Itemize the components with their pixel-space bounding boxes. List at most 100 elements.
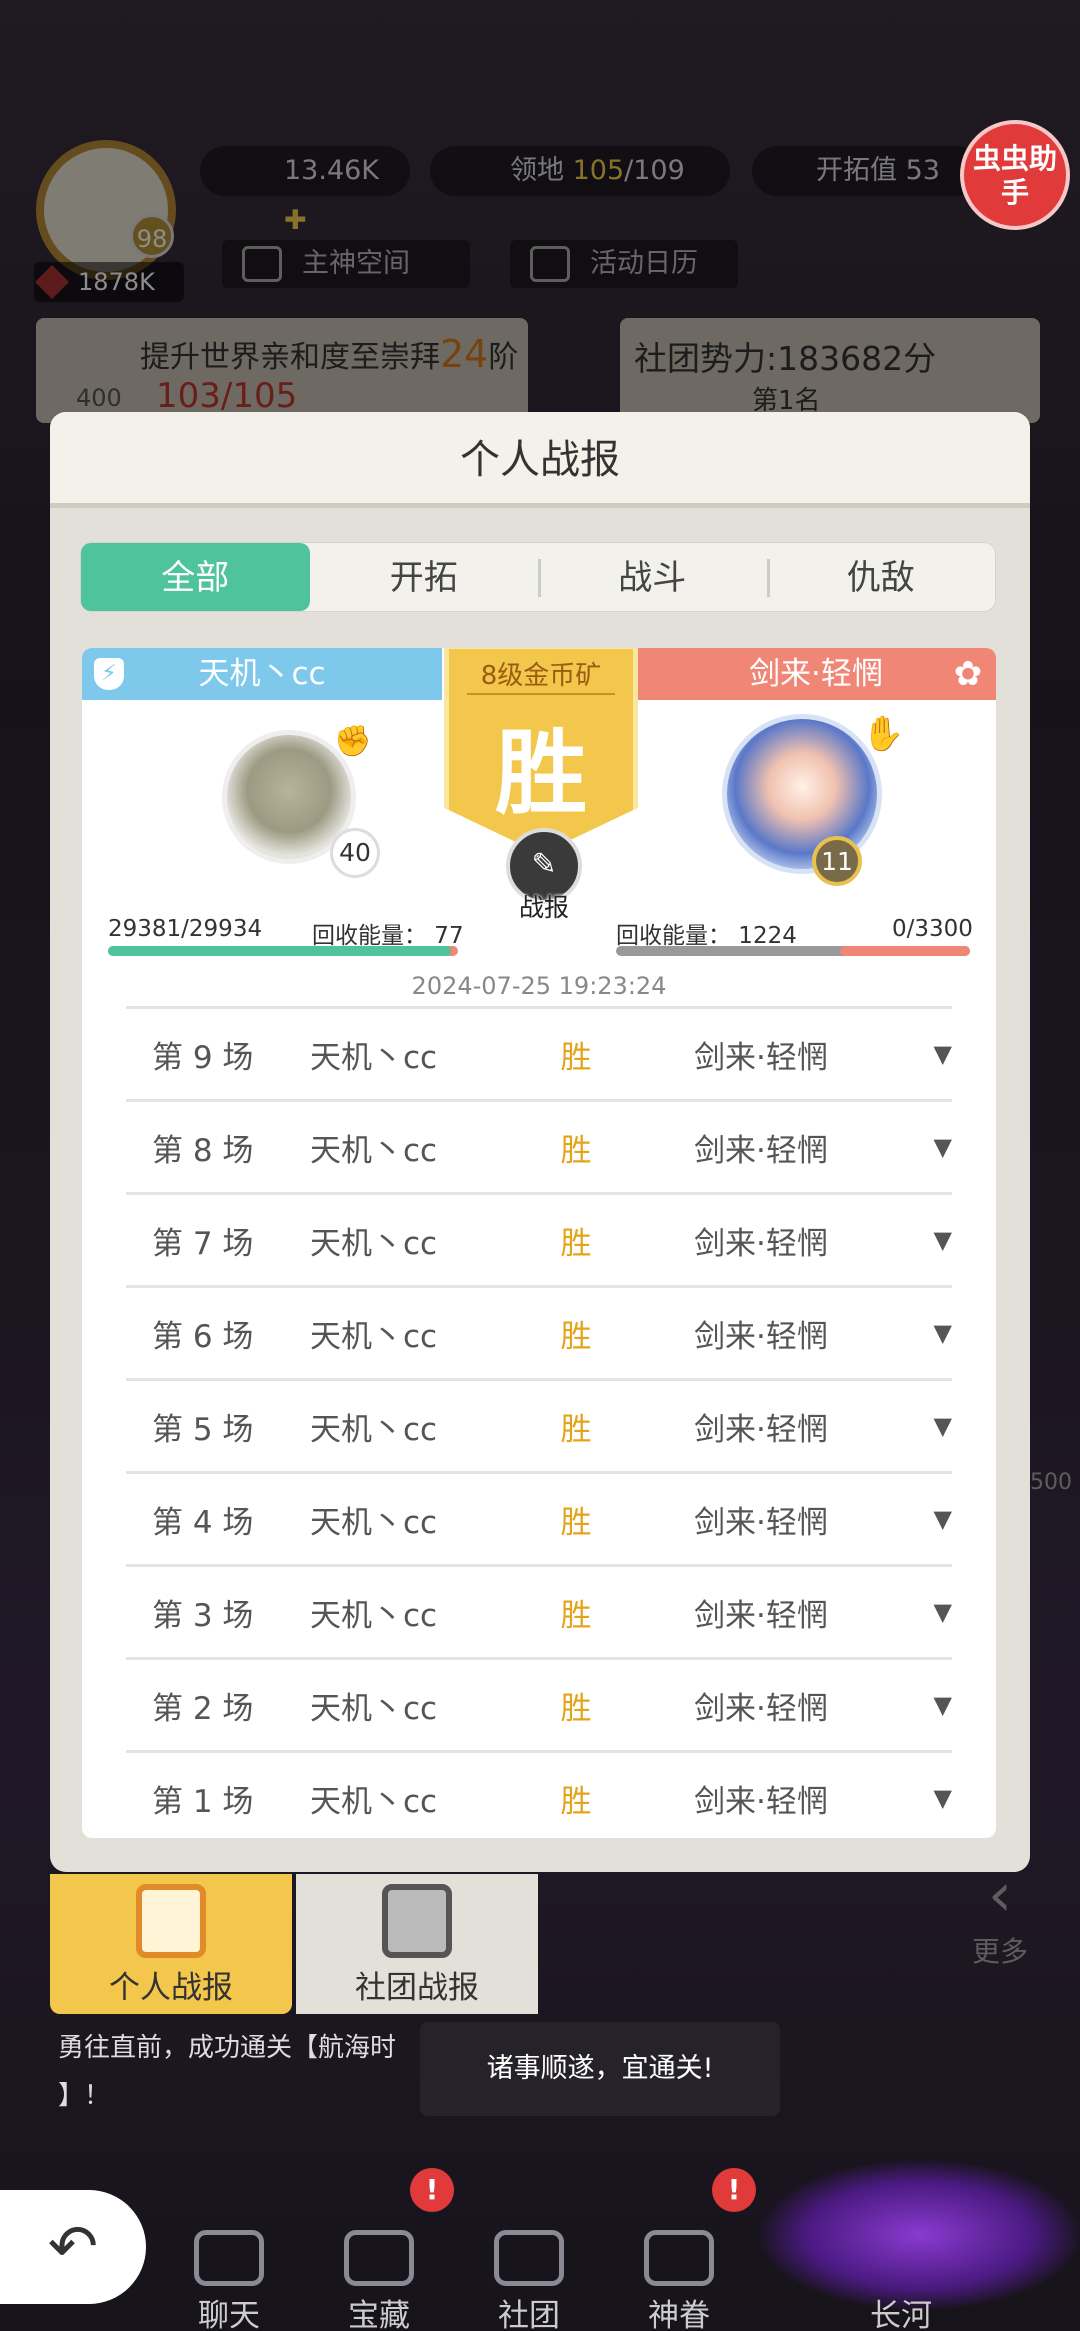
- chest-icon: [344, 2230, 414, 2286]
- defender-level: 11: [812, 836, 862, 886]
- helper-button[interactable]: 虫虫助手: [960, 120, 1070, 230]
- round-row[interactable]: 第 2 场 天机丶cc 胜 剑来·轻惘 ▼: [126, 1657, 952, 1750]
- battle-detail: ⚡ 天机丶cc 剑来·轻惘 ✿ 40 ✊ 11 ✋ 8级金币矿 胜 ✎ 战报 293…: [82, 648, 996, 1838]
- treasure-badge: !: [410, 2168, 454, 2212]
- nav-river[interactable]: 长河: [846, 2230, 956, 2331]
- tab-explore[interactable]: 开拓: [310, 543, 539, 611]
- attacker-name: 天机丶cc: [310, 1690, 438, 1727]
- round-result: 胜: [560, 1783, 592, 1820]
- round-result: 胜: [560, 1411, 592, 1448]
- round-result: 胜: [560, 1504, 592, 1541]
- expand-arrow-icon[interactable]: ▼: [876, 1319, 952, 1347]
- character-icon: [866, 2230, 936, 2286]
- round-label: 第 8 场: [152, 1132, 254, 1169]
- attacker-name: 天机丶cc: [310, 1039, 438, 1076]
- clipboard-pen-icon: ✎: [531, 847, 557, 882]
- round-row[interactable]: 第 3 场 天机丶cc 胜 剑来·轻惘 ▼: [126, 1564, 952, 1657]
- attacker-hp: 29381/29934: [108, 916, 263, 942]
- round-row[interactable]: 第 5 场 天机丶cc 胜 剑来·轻惘 ▼: [126, 1378, 952, 1471]
- personal-report-tab[interactable]: 个人战报: [50, 1874, 292, 2014]
- round-label: 第 9 场: [152, 1039, 254, 1076]
- round-row[interactable]: 第 9 场 天机丶cc 胜 剑来·轻惘 ▼: [126, 1006, 952, 1099]
- round-label: 第 6 场: [152, 1318, 254, 1355]
- round-row[interactable]: 第 4 场 天机丶cc 胜 剑来·轻惘 ▼: [126, 1471, 952, 1564]
- attacker-name: 天机丶cc: [198, 656, 326, 692]
- guild-report-tab[interactable]: 社团战报: [296, 1874, 538, 2014]
- expand-arrow-icon[interactable]: ▼: [876, 1784, 952, 1812]
- result-banner: 8级金币矿 胜: [444, 648, 638, 854]
- defender-name: 剑来·轻惘: [694, 1039, 828, 1076]
- shield-icon: ⚡: [94, 658, 124, 690]
- round-result: 胜: [560, 1597, 592, 1634]
- defender-name: 剑来·轻惘: [694, 1318, 828, 1355]
- tab-enemy[interactable]: 仇敌: [766, 543, 996, 611]
- round-label: 第 5 场: [152, 1411, 254, 1448]
- defender-recycle: 回收能量： 1224: [616, 923, 797, 949]
- tab-all[interactable]: 全部: [81, 543, 310, 611]
- round-result: 胜: [560, 1690, 592, 1727]
- back-button[interactable]: ↶: [0, 2190, 146, 2304]
- mine-label: 8级金币矿: [480, 661, 602, 691]
- defender-name: 剑来·轻惘: [694, 1132, 828, 1169]
- hand-icon: ✋: [862, 714, 905, 754]
- round-label: 第 1 场: [152, 1783, 254, 1820]
- chat-line-2: 】！: [58, 2081, 111, 2111]
- defender-energy-fill: [840, 946, 970, 956]
- fist-icon: ✊: [334, 724, 372, 759]
- defender-name: 剑来·轻惘: [694, 1690, 828, 1727]
- round-row[interactable]: 第 1 场 天机丶cc 胜 剑来·轻惘 ▼: [126, 1750, 952, 1838]
- expand-arrow-icon[interactable]: ▼: [876, 1040, 952, 1068]
- round-label: 第 3 场: [152, 1597, 254, 1634]
- expand-arrow-icon[interactable]: ▼: [876, 1133, 952, 1161]
- guild-report-label: 社团战报: [355, 1970, 479, 2006]
- nav-chat-label: 聊天: [198, 2298, 260, 2331]
- defender-hp-bar: [616, 946, 970, 956]
- defender-hp: 0/3300: [892, 916, 973, 942]
- nav-treasure-label: 宝藏: [348, 2298, 410, 2331]
- star-icon: [644, 2230, 714, 2286]
- tab-battle[interactable]: 战斗: [538, 543, 767, 611]
- round-row[interactable]: 第 7 场 天机丶cc 胜 剑来·轻惘 ▼: [126, 1192, 952, 1285]
- round-list: 第 9 场天机丶cc 胜剑来·轻惘 ▼ 第 8 场天机丶cc 胜剑来·轻惘 ▼ 第 7 场天…: [126, 1006, 952, 1838]
- attacker-name: 天机丶cc: [310, 1318, 438, 1355]
- expand-arrow-icon[interactable]: ▼: [876, 1598, 952, 1626]
- nav-club[interactable]: 社团: [474, 2230, 584, 2331]
- chat-line-1: 勇往直前，成功通关【航海时: [58, 2033, 397, 2063]
- battle-report-panel: 个人战报 全部 开拓 战斗 仇敌 ⚡ 天机丶cc 剑来·轻惘 ✿ 40 ✊ 11 ✋…: [50, 412, 1030, 1872]
- defender-name: 剑来·轻惘: [694, 1411, 828, 1448]
- scroll-icon: [382, 1884, 452, 1958]
- nav-chat[interactable]: 聊天: [174, 2230, 284, 2331]
- favor-badge: !: [712, 2168, 756, 2212]
- round-result: 胜: [560, 1039, 592, 1076]
- expand-arrow-icon[interactable]: ▼: [876, 1505, 952, 1533]
- nav-favor-label: 神眷: [648, 2298, 710, 2331]
- round-result: 胜: [560, 1132, 592, 1169]
- nav-treasure[interactable]: 宝藏: [324, 2230, 434, 2331]
- round-label: 第 2 场: [152, 1690, 254, 1727]
- chat-icon: [194, 2230, 264, 2286]
- expand-arrow-icon[interactable]: ▼: [876, 1691, 952, 1719]
- expand-arrow-icon[interactable]: ▼: [876, 1412, 952, 1440]
- nav-river-label: 长河: [870, 2298, 932, 2331]
- attacker-hp-fill: [108, 946, 451, 956]
- attacker-name: 天机丶cc: [310, 1597, 438, 1634]
- round-row[interactable]: 第 8 场 天机丶cc 胜 剑来·轻惘 ▼: [126, 1099, 952, 1192]
- attacker-recycle: 回收能量： 77: [312, 923, 464, 949]
- attacker-name: 天机丶cc: [310, 1411, 438, 1448]
- nav-favor[interactable]: 神眷: [624, 2230, 734, 2331]
- back-arrow-icon: ↶: [47, 2212, 99, 2282]
- attacker-name: 天机丶cc: [310, 1783, 438, 1820]
- defender-header: 剑来·轻惘 ✿: [636, 648, 996, 700]
- clipboard-icon: [136, 1884, 206, 1958]
- round-result: 胜: [560, 1225, 592, 1262]
- expand-arrow-icon[interactable]: ▼: [876, 1226, 952, 1254]
- round-row[interactable]: 第 6 场 天机丶cc 胜 剑来·轻惘 ▼: [126, 1285, 952, 1378]
- round-label: 第 7 场: [152, 1225, 254, 1262]
- result-text: 胜: [494, 720, 587, 827]
- flower-icon: ✿: [953, 654, 983, 694]
- panel-title: 个人战报: [50, 412, 1030, 508]
- attacker-name: 天机丶cc: [310, 1504, 438, 1541]
- battle-timestamp: 2024-07-25 19:23:24: [411, 972, 667, 1000]
- nav-club-label: 社团: [498, 2298, 560, 2331]
- toast-message: 诸事顺遂，宜通关!: [420, 2022, 780, 2116]
